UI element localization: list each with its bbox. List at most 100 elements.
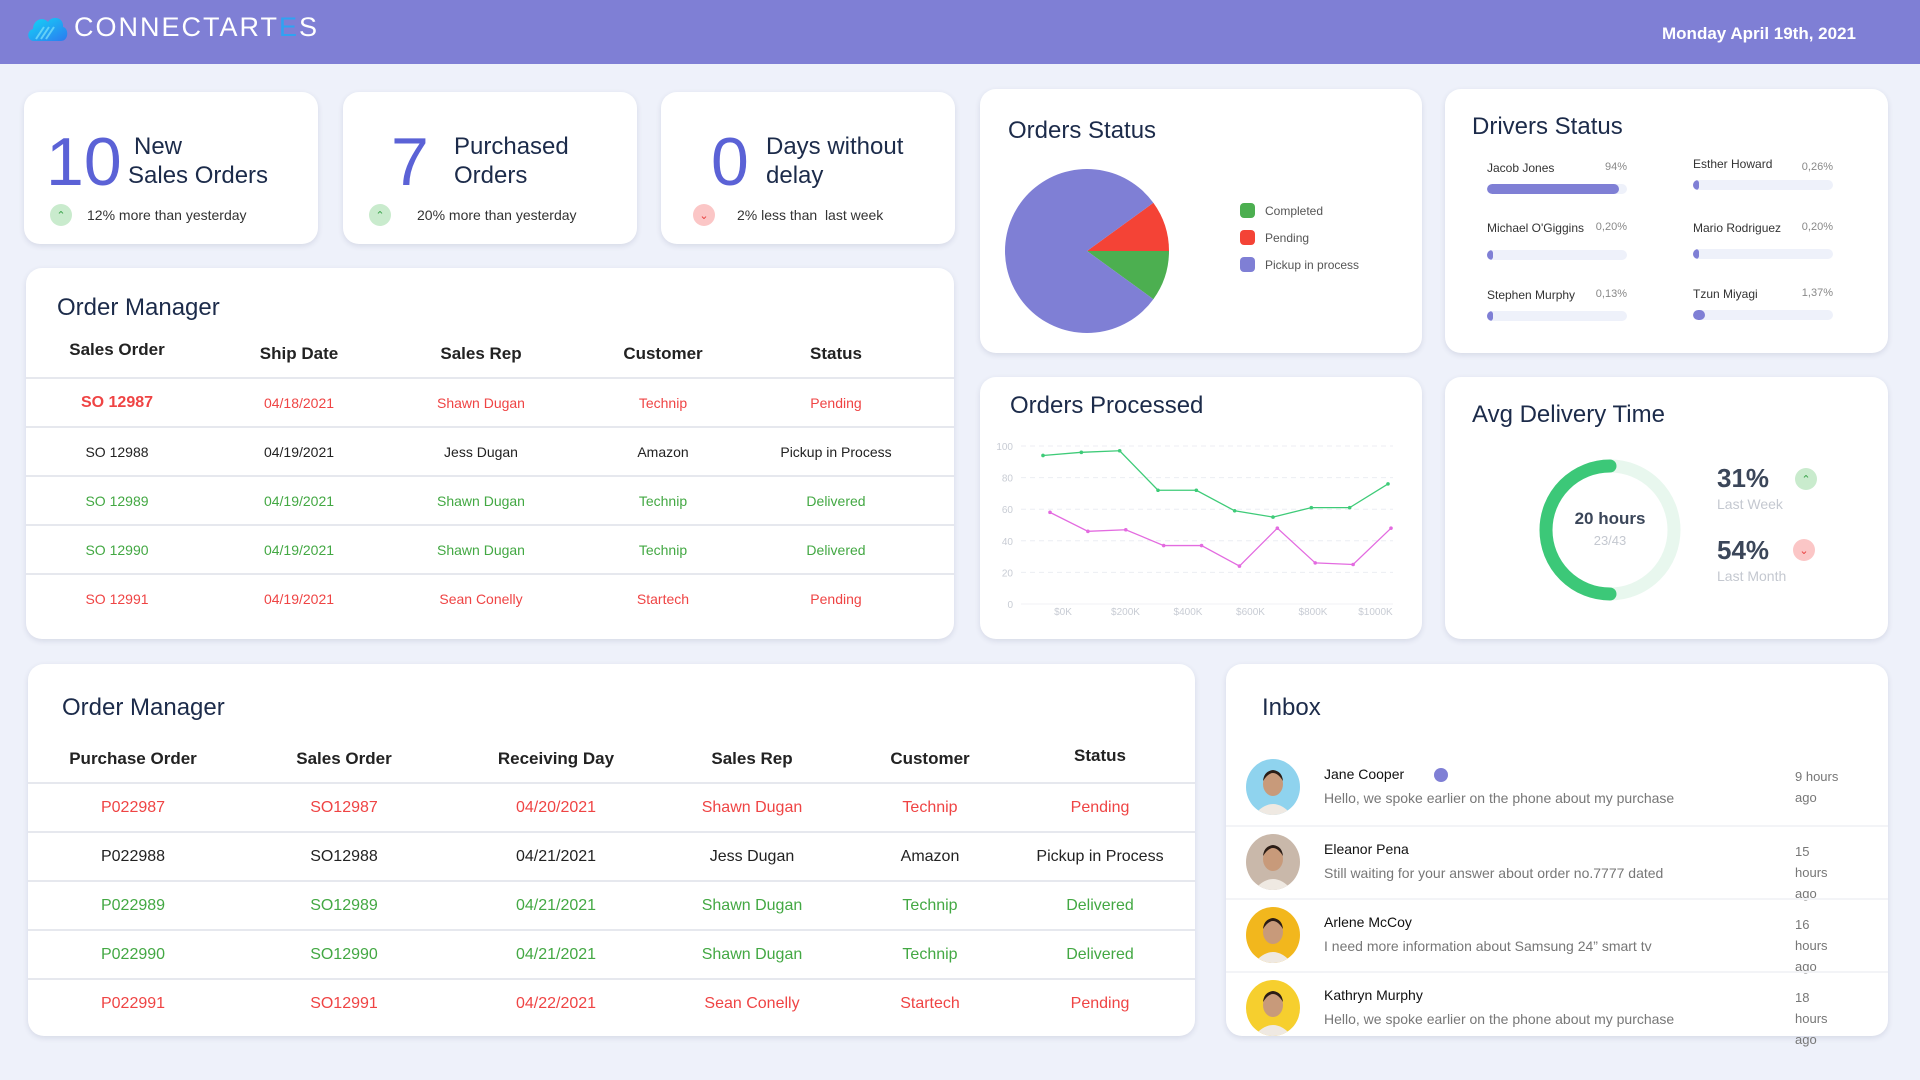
order-manager-purchase-card: Order Manager Purchase Order Sales Order… <box>28 664 1195 1036</box>
stat-label: Purchased Orders <box>454 133 569 189</box>
data-point[interactable] <box>1347 505 1352 510</box>
data-point[interactable] <box>1271 515 1275 519</box>
data-point[interactable] <box>1275 526 1280 530</box>
column-header[interactable]: Receiving Day <box>450 735 662 783</box>
table-row[interactable]: P022991 SO12991 04/22/2021 Sean Conelly Star… <box>28 978 1195 1028</box>
column-header[interactable]: Purchase Order <box>28 735 238 783</box>
stat-trend: ⌄ 2% less than last week <box>693 204 883 226</box>
orders-status-pie-chart <box>1005 169 1169 333</box>
table-row[interactable]: SO 12988 04/19/2021 Jess Dugan Amazon Pickup… <box>26 426 954 476</box>
sender-name: Jane Cooper <box>1324 766 1405 782</box>
table-cell: P022991 <box>28 978 238 1028</box>
inbox-message[interactable]: Eleanor Pena Still waiting for your answe… <box>1226 825 1888 901</box>
column-header[interactable]: Sales Rep <box>662 735 842 783</box>
column-header[interactable]: Status <box>754 330 918 378</box>
data-point[interactable] <box>1351 562 1355 567</box>
trend-up-icon: ⌃ <box>50 204 72 226</box>
data-point[interactable] <box>1123 527 1128 532</box>
legend-item-pickup[interactable]: Pickup in process <box>1240 251 1359 278</box>
data-point[interactable] <box>1156 488 1160 493</box>
table-cell: Jess Dugan <box>390 426 572 476</box>
table-cell: SO12988 <box>238 831 450 881</box>
stat-trend: ⌃ 12% more than yesterday <box>50 204 247 226</box>
y-tick-label: 100 <box>996 442 1013 453</box>
x-tick-label: $400K <box>1174 607 1203 618</box>
data-point[interactable] <box>1086 529 1090 534</box>
data-point[interactable] <box>1237 564 1242 568</box>
card-title: Avg Delivery Time <box>1472 401 1665 428</box>
table-cell: Pickup in Process <box>1018 831 1182 881</box>
table-row[interactable]: P022988 SO12988 04/21/2021 Jess Dugan Amazon… <box>28 831 1195 881</box>
column-header[interactable]: Ship Date <box>208 330 390 378</box>
inbox-message[interactable]: Arlene McCoy I need more information abou… <box>1226 898 1888 974</box>
table-cell: Amazon <box>842 831 1018 881</box>
table-row[interactable]: P022990 SO12990 04/21/2021 Shawn Dugan Techn… <box>28 929 1195 979</box>
data-point[interactable] <box>1161 543 1166 548</box>
brand-name: CONNECTARTES <box>74 12 320 42</box>
current-date: Monday April 19th, 2021 <box>1662 24 1856 43</box>
table-row[interactable]: SO 12987 04/18/2021 Shawn Dugan Technip Pend… <box>26 377 954 427</box>
trend-up-icon: ⌃ <box>369 204 391 226</box>
card-title: Drivers Status <box>1472 113 1623 140</box>
stat-label: Days without delay <box>766 133 904 189</box>
stat-label: New Sales Orders <box>128 133 269 189</box>
table-row[interactable]: P022989 SO12989 04/21/2021 Shawn Dugan Techn… <box>28 880 1195 930</box>
avatar <box>1246 980 1300 1036</box>
legend-item-pending[interactable]: Pending <box>1240 224 1359 251</box>
table-cell: 04/21/2021 <box>450 880 662 930</box>
data-point[interactable] <box>1199 543 1204 548</box>
y-tick-label: 80 <box>1002 474 1014 485</box>
x-tick-label: $600K <box>1236 607 1265 618</box>
table-cell: 04/18/2021 <box>208 377 390 427</box>
data-point[interactable] <box>1232 508 1237 513</box>
ring-center: 20 hours 23/43 <box>1535 509 1685 548</box>
data-point[interactable] <box>1079 450 1084 455</box>
trend-down-icon: ⌄ <box>693 204 715 226</box>
table-cell: Pending <box>754 573 918 623</box>
unread-indicator-icon <box>1434 768 1448 782</box>
table-cell: Delivered <box>1018 929 1182 979</box>
table-row[interactable]: SO 12991 04/19/2021 Sean Conelly Startech Pe… <box>26 573 954 623</box>
stat-card-new-sales-orders: 10 New Sales Orders ⌃ 12% more than yest… <box>24 92 318 244</box>
column-header[interactable]: Status <box>1018 735 1182 783</box>
table-row[interactable]: SO 12990 04/19/2021 Shawn Dugan Technip Deli… <box>26 524 954 574</box>
data-point[interactable] <box>1313 561 1318 565</box>
driver-progress-bar <box>1693 180 1833 190</box>
avatar <box>1246 759 1300 815</box>
data-point[interactable] <box>1194 488 1199 493</box>
orders-status-card: Orders Status Completed Pending Pickup i… <box>980 89 1422 353</box>
table-cell: 04/19/2021 <box>208 475 390 525</box>
x-tick-label: $0K <box>1054 607 1072 618</box>
stat-value: 0 <box>711 124 749 200</box>
inbox-message[interactable]: Kathryn Murphy Hello, we spoke earlier on… <box>1226 971 1888 1047</box>
data-point[interactable] <box>1309 505 1314 510</box>
table-cell: 04/21/2021 <box>450 831 662 881</box>
data-point[interactable] <box>1041 453 1045 458</box>
legend-item-completed[interactable]: Completed <box>1240 197 1359 224</box>
x-tick-label: $200K <box>1111 607 1140 618</box>
column-header[interactable]: Sales Rep <box>390 330 572 378</box>
y-tick-label: 60 <box>1002 505 1014 516</box>
stat-card-purchased-orders: 7 Purchased Orders ⌃ 20% more than yeste… <box>343 92 637 244</box>
ring-value: 20 hours <box>1574 509 1646 528</box>
sender-name: Arlene McCoy <box>1324 914 1412 930</box>
table-cell: Shawn Dugan <box>662 880 842 930</box>
data-point[interactable] <box>1389 526 1393 530</box>
data-point[interactable] <box>1117 448 1122 453</box>
inbox-message[interactable]: Jane Cooper Hello, we spoke earlier on th… <box>1226 752 1888 825</box>
table-row[interactable]: P022987 SO12987 04/20/2021 Shawn Dugan Techn… <box>28 782 1195 832</box>
table-header-row: Sales Order Ship Date Sales Rep Customer… <box>26 330 954 378</box>
data-point[interactable] <box>1386 482 1390 486</box>
column-header[interactable]: Customer <box>842 735 1018 783</box>
column-header[interactable]: Sales Order <box>26 330 208 378</box>
table-cell: SO12990 <box>238 929 450 979</box>
brand-logo[interactable]: CONNECTARTES <box>26 12 319 43</box>
table-header-row: Purchase Order Sales Order Receiving Day… <box>28 735 1195 783</box>
data-point[interactable] <box>1048 510 1052 515</box>
table-row[interactable]: SO 12989 04/19/2021 Shawn Dugan Technip Deli… <box>26 475 954 525</box>
column-header[interactable]: Customer <box>572 330 754 378</box>
table-cell: P022989 <box>28 880 238 930</box>
order-manager-sales-card: Order Manager Sales Order Ship Date Sale… <box>26 268 954 639</box>
table-cell: 04/19/2021 <box>208 573 390 623</box>
column-header[interactable]: Sales Order <box>238 735 450 783</box>
